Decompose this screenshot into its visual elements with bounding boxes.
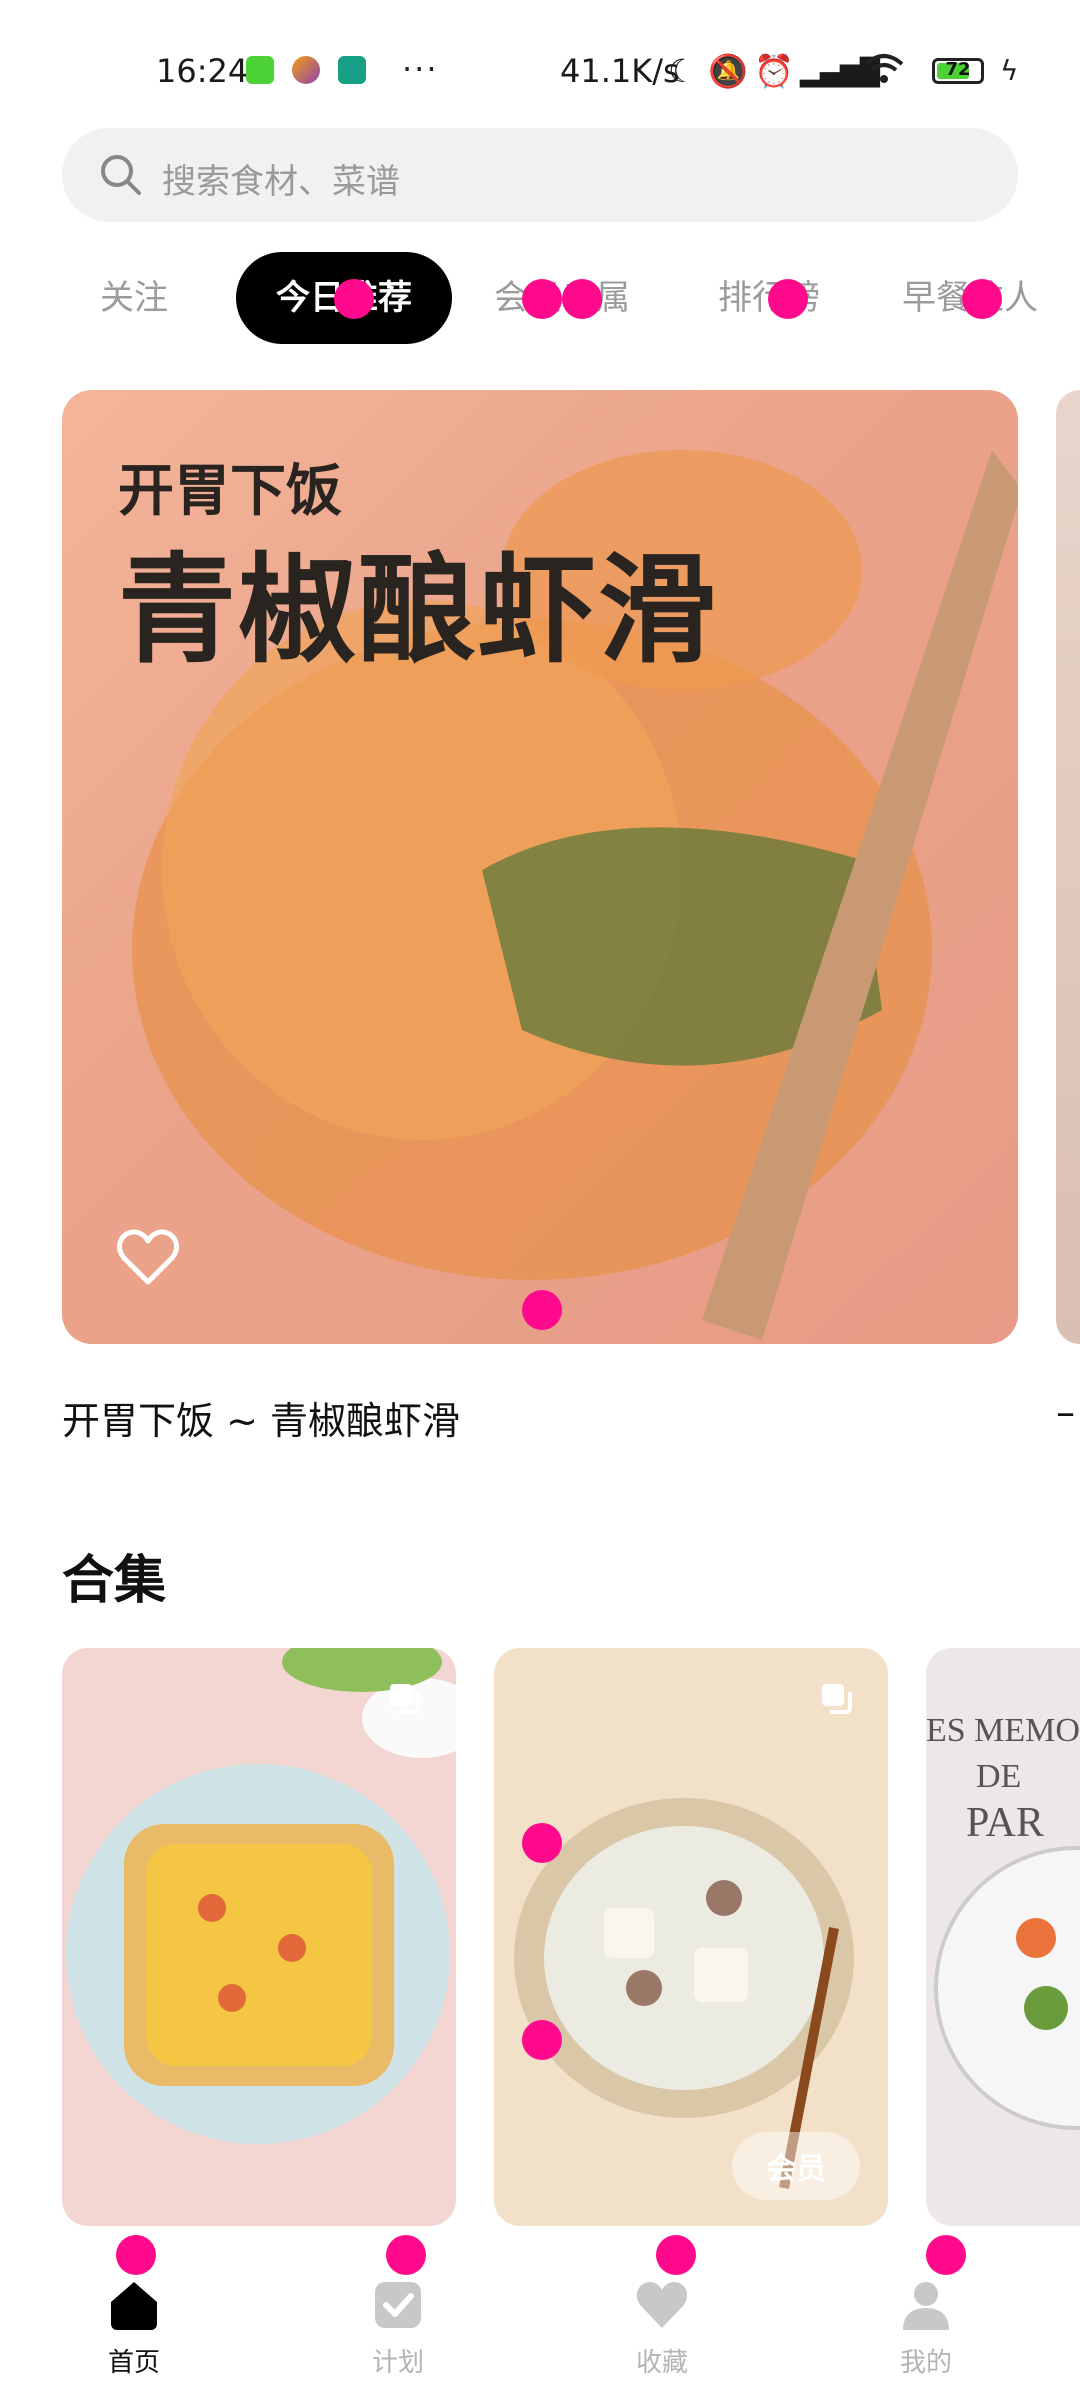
marker-dot (656, 2235, 696, 2275)
marker-dot (926, 2235, 966, 2275)
salad-image: ES MEMO DE PAR (926, 1712, 1080, 1846)
nav-favorites[interactable]: 收藏 (592, 2278, 732, 2379)
more-notifications-icon: ··· (402, 50, 439, 88)
nav-home[interactable]: 首页 (64, 2278, 204, 2379)
tab-following[interactable]: 关注 (100, 252, 168, 344)
hero-title: 青椒酿虾滑 (118, 541, 719, 679)
mute-bell-icon: 🔕 (708, 52, 748, 90)
status-bar: 16:24 ··· 41.1K/s ☾ 🔕 ⏰ ▂▄▆█ 72 ϟ (0, 0, 1080, 120)
collection-card-salad[interactable]: ES MEMO DE PAR (926, 1648, 1080, 2226)
marker-dot (522, 279, 562, 319)
next-caption-peek: – (1056, 1390, 1075, 1434)
marker-dot (334, 279, 374, 319)
favorite-heart-icon (636, 2282, 688, 2328)
member-badge: 会员 (732, 2132, 860, 2200)
battery-level: 72 (945, 59, 971, 80)
pizza-image (66, 1648, 456, 2144)
plan-check-icon (375, 2282, 421, 2328)
marker-dot (386, 2235, 426, 2275)
app-notification-icon (246, 56, 274, 84)
collection-stack-icon (822, 1684, 852, 1714)
browser-notification-icon (292, 56, 320, 84)
alarm-icon: ⏰ (754, 52, 794, 90)
charging-icon: ϟ (1000, 54, 1019, 87)
marker-dot (116, 2235, 156, 2275)
favorite-heart-icon[interactable] (116, 1228, 180, 1288)
home-icon (111, 2282, 157, 2330)
collection-card-pizza[interactable] (62, 1648, 456, 2226)
profile-icon (903, 2282, 949, 2330)
marker-dot (768, 279, 808, 319)
search-icon (101, 155, 141, 195)
marker-dot (962, 279, 1002, 319)
network-speed: 41.1K/s (560, 52, 680, 90)
battery-icon: 72 (932, 58, 984, 84)
marker-dot (522, 2020, 562, 2060)
salad-bowl-image (934, 1846, 1080, 2130)
nav-plan[interactable]: 计划 (328, 2278, 468, 2379)
collection-stack-icon (390, 1684, 420, 1714)
bottom-navigation: 首页 计划 收藏 我的 (0, 2270, 1080, 2400)
do-not-disturb-icon: ☾ (668, 52, 697, 90)
featured-recipe-card[interactable]: 开胃下饭 青椒酿虾滑 (62, 390, 1018, 1344)
marker-dot (522, 1823, 562, 1863)
search-placeholder: 搜索食材、菜谱 (162, 162, 400, 202)
hero-caption[interactable]: 开胃下饭 ~ 青椒酿虾滑 (62, 1390, 460, 1445)
marker-dot (562, 279, 602, 319)
android-notification-icon (338, 56, 366, 84)
marker-dot (522, 1290, 562, 1330)
nav-profile[interactable]: 我的 (856, 2278, 996, 2379)
section-title: 合集 (62, 1551, 167, 1611)
wifi-icon (864, 52, 904, 94)
next-card-peek[interactable] (1056, 390, 1080, 1344)
status-time: 16:24 (156, 52, 249, 90)
search-bar[interactable]: 搜索食材、菜谱 (62, 128, 1018, 222)
collection-card-soup[interactable]: 会员 (494, 1648, 888, 2226)
